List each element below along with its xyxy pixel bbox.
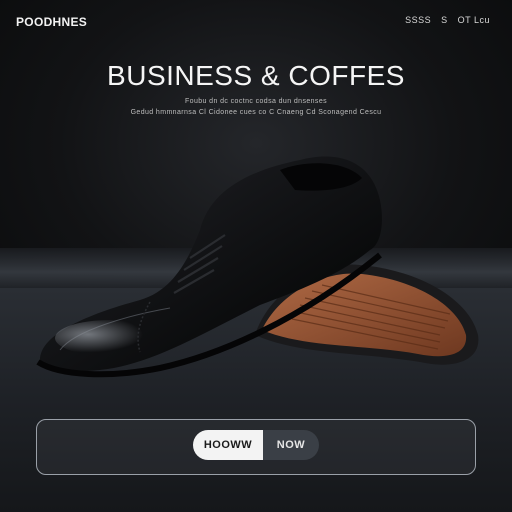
hero-subtitle-line-1: Foubu dn dc coctnc codsa dun dnsenses xyxy=(184,98,328,105)
nav-item-2[interactable]: S xyxy=(441,15,448,25)
nav-item-3[interactable]: OT Lcu xyxy=(458,15,490,25)
cta-right-label[interactable]: NOW xyxy=(263,430,319,460)
hero-subtitle: Foubu dn dc coctnc codsa dun dnsenses Ge… xyxy=(0,96,512,118)
product-shoe-image xyxy=(36,156,479,378)
hero-title: BUSINESS & COFFES xyxy=(107,60,405,91)
brand-logo[interactable]: POODHNES xyxy=(16,15,87,29)
top-nav: SSSS S OT Lcu xyxy=(405,15,490,25)
cta-left-label[interactable]: HOOWW xyxy=(193,430,263,460)
hero-subtitle-line-2: Gedud hmmnarnsa Cl Cidonee cues co C Cna… xyxy=(130,109,382,116)
nav-item-1[interactable]: SSSS xyxy=(405,15,431,25)
shop-now-button[interactable]: HOOWW NOW xyxy=(193,430,319,460)
